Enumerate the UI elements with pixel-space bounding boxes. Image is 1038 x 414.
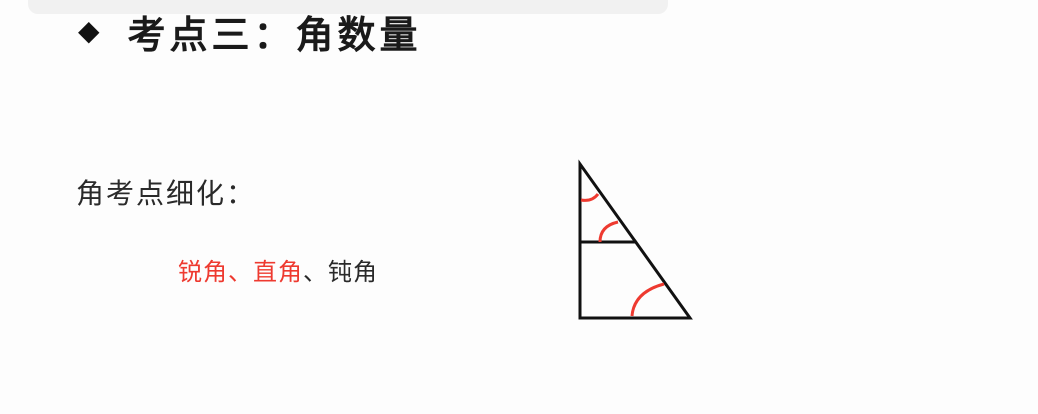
angle-arc-bottom bbox=[630, 282, 665, 317]
right-angle-label: 直角 bbox=[253, 258, 303, 286]
diamond-icon: ◆ bbox=[78, 14, 100, 47]
angle-arc-top bbox=[580, 193, 600, 202]
angle-types: 锐角、直角、钝角 bbox=[178, 252, 378, 287]
title-row: ◆ 考点三：角数量 bbox=[78, 6, 422, 57]
slide-title: 考点三：角数量 bbox=[127, 11, 422, 57]
subtitle: 角考点细化： bbox=[76, 177, 257, 210]
triangle-figure-icon bbox=[578, 159, 693, 320]
acute-angle-label: 锐角 bbox=[178, 258, 228, 286]
separator: 、 bbox=[303, 258, 328, 286]
angle-arc-middle bbox=[598, 220, 619, 243]
obtuse-angle-label: 钝角 bbox=[328, 258, 378, 286]
separator: 、 bbox=[228, 258, 253, 286]
